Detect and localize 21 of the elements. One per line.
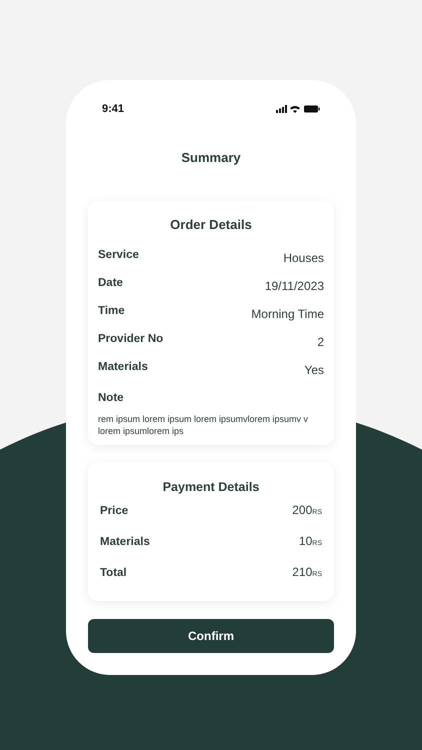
status-icons <box>276 104 320 114</box>
note-text: rem ipsum lorem ipsum lorem ipsumvlorem ipsumv v lorem ipsumlorem ips <box>98 412 310 437</box>
row-value: 2 <box>317 334 324 350</box>
row-value: Houses <box>283 250 324 266</box>
row-value: Morning Time <box>251 306 324 322</box>
row-label: Materials <box>98 360 148 374</box>
card-heading: Order Details <box>169 216 253 234</box>
page-title: Summary <box>180 148 242 167</box>
row-label: Date <box>98 276 123 290</box>
row-label: Service <box>98 248 139 262</box>
status-time: 9:41 <box>102 102 124 117</box>
row-label: Price <box>100 504 128 519</box>
confirm-button[interactable]: Confirm <box>88 618 334 652</box>
row-label: Time <box>98 304 125 318</box>
row-value: Yes <box>304 362 324 378</box>
card-heading: Payment Details <box>162 478 260 496</box>
row-label: Total <box>100 566 127 581</box>
row-label: Materials <box>100 535 150 550</box>
row-value: 19/11/2023 <box>264 278 324 294</box>
note-label: Note <box>98 390 125 406</box>
row-label: Provider No <box>98 332 164 346</box>
